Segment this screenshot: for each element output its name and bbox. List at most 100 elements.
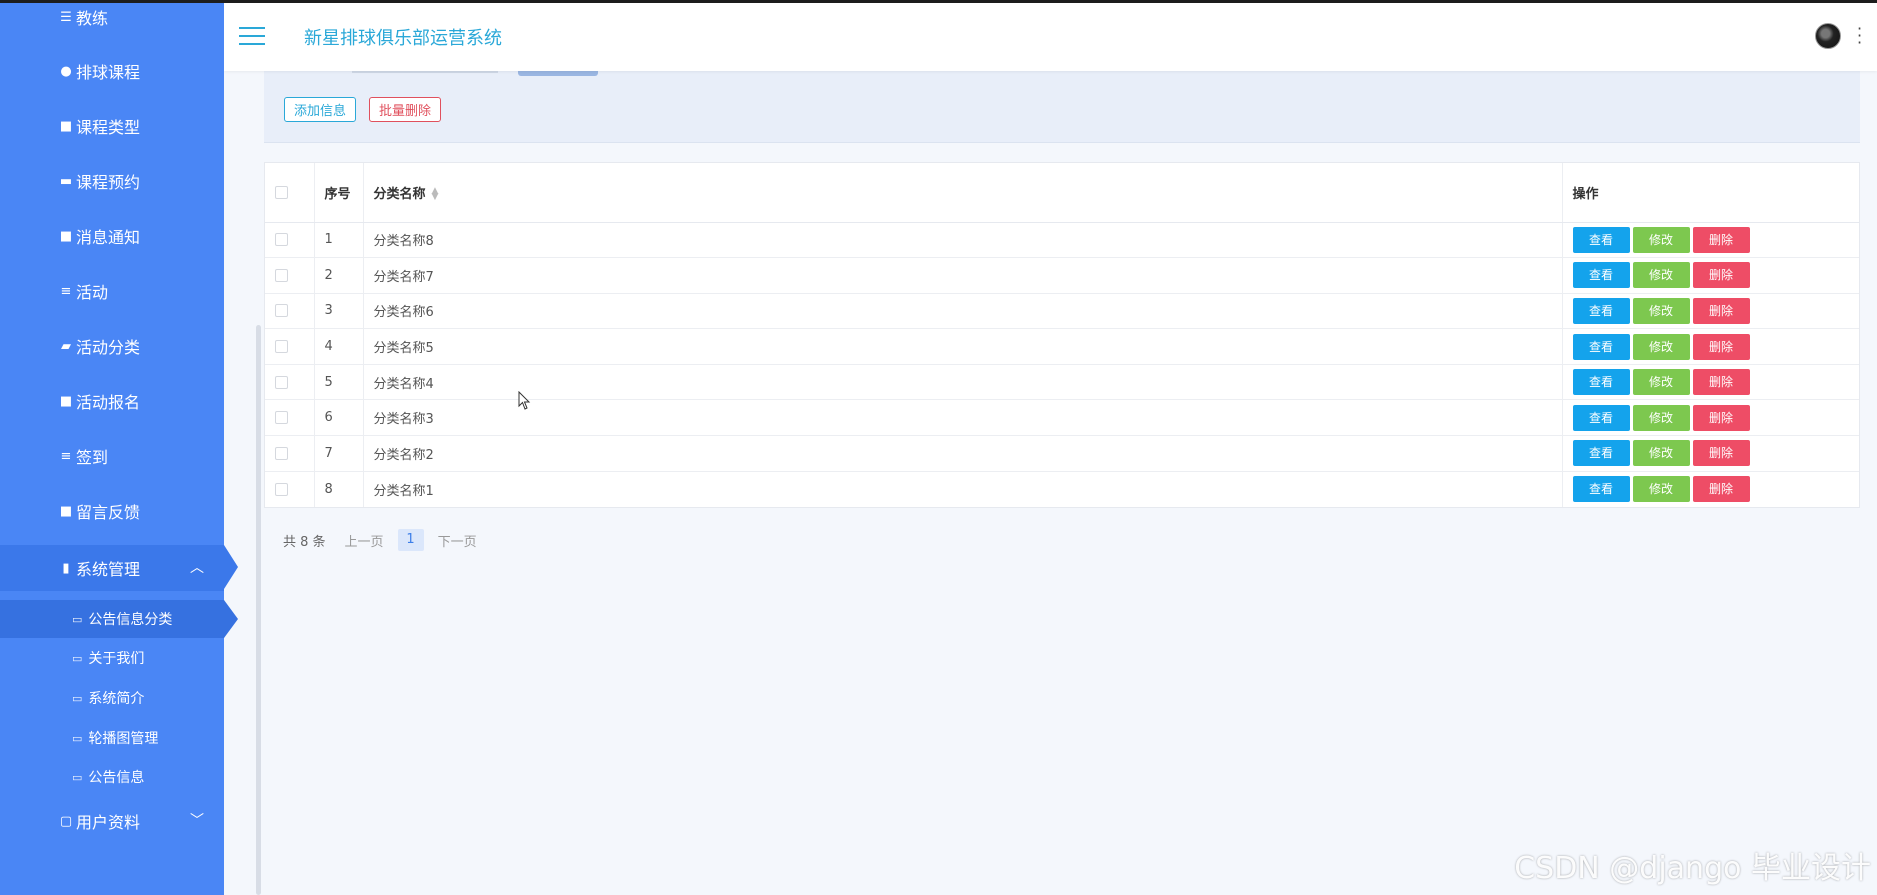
edit-button[interactable]: 修改 xyxy=(1632,404,1690,431)
edit-button[interactable]: 修改 xyxy=(1632,226,1690,253)
sidebar-item-course-booking[interactable]: ▬ 课程预约 xyxy=(0,158,224,204)
row-name: 分类名称1 xyxy=(363,471,1563,507)
grid-icon: ■ xyxy=(59,503,73,519)
sort-icon[interactable]: ▲ ▼ xyxy=(432,187,439,202)
table-header-row: 序号 分类名称 ▲ ▼ 操作 xyxy=(265,163,1859,223)
view-button[interactable]: 查看 xyxy=(1572,333,1630,360)
more-options-icon[interactable]: · · · xyxy=(1857,21,1863,51)
submenu-item-notice-category[interactable]: ▭ 公告信息分类 xyxy=(0,600,224,638)
search-field-underline xyxy=(352,71,498,73)
row-index: 7 xyxy=(314,435,364,472)
delete-button[interactable]: 删除 xyxy=(1692,369,1750,396)
row-index: 5 xyxy=(314,364,364,401)
submenu-item-about-us[interactable]: ▭ 关于我们 xyxy=(0,639,224,677)
delete-button[interactable]: 删除 xyxy=(1692,404,1750,431)
data-table: 序号 分类名称 ▲ ▼ 操作 1 分类名称8 查看 修改 删除 2 分类名称7 查看 修改 删除 3… xyxy=(264,162,1860,508)
submenu-item-system-intro[interactable]: ▭ 系统简介 xyxy=(0,679,224,717)
submenu-item-carousel[interactable]: ▭ 轮播图管理 xyxy=(0,719,224,757)
row-checkbox[interactable] xyxy=(275,340,288,354)
view-button[interactable]: 查看 xyxy=(1572,369,1630,396)
view-button[interactable]: 查看 xyxy=(1572,297,1630,324)
sidebar-item-checkin[interactable]: ≡ 签到 xyxy=(0,433,224,479)
edit-button[interactable]: 修改 xyxy=(1632,476,1690,503)
sidebar-item-volleyball-course[interactable]: ● 排球课程 xyxy=(0,48,224,94)
delete-button[interactable]: 删除 xyxy=(1692,262,1750,289)
table-row: 3 分类名称6 查看 修改 删除 xyxy=(265,293,1859,330)
delete-button[interactable]: 删除 xyxy=(1692,440,1750,467)
page-title: 新星排球俱乐部运营系统 xyxy=(304,28,502,49)
view-button[interactable]: 查看 xyxy=(1572,262,1630,289)
chevron-up-icon: ︿ xyxy=(190,560,204,576)
folder-icon: ▭ xyxy=(72,651,83,665)
row-name: 分类名称3 xyxy=(363,399,1563,437)
sidebar: ☰ 教练 ● 排球课程 ■ 课程类型 ▬ 课程预约 ■ 消息通知 ≡ 活动 ▰ 活动分类 ■ 活… xyxy=(0,0,224,895)
sidebar-item-feedback[interactable]: ■ 留言反馈 xyxy=(0,488,224,534)
row-name: 分类名称7 xyxy=(363,257,1563,294)
add-info-button[interactable]: 添加信息 xyxy=(284,97,357,122)
edit-button[interactable]: 修改 xyxy=(1632,369,1690,396)
row-index: 8 xyxy=(314,471,364,507)
active-submenu-pointer xyxy=(224,600,238,638)
select-all-cell xyxy=(265,163,315,223)
prev-page-button[interactable]: 上一页 xyxy=(345,531,384,550)
avatar[interactable] xyxy=(1815,23,1841,49)
row-checkbox[interactable] xyxy=(275,268,288,282)
sidebar-item-activity[interactable]: ≡ 活动 xyxy=(0,268,224,314)
card-icon: ▬ xyxy=(59,173,73,189)
folder-icon: ▭ xyxy=(72,731,83,745)
view-button[interactable]: 查看 xyxy=(1572,404,1630,431)
row-name: 分类名称8 xyxy=(363,222,1563,259)
edit-button[interactable]: 修改 xyxy=(1632,297,1690,324)
row-index: 6 xyxy=(314,399,364,437)
row-checkbox[interactable] xyxy=(275,446,288,460)
row-index: 2 xyxy=(314,257,364,294)
sidebar-item-coach[interactable]: ☰ 教练 xyxy=(0,0,224,40)
row-checkbox[interactable] xyxy=(275,482,288,496)
sidebar-item-activity-category[interactable]: ▰ 活动分类 xyxy=(0,323,224,369)
edit-button[interactable]: 修改 xyxy=(1632,262,1690,289)
search-button-edge[interactable] xyxy=(518,71,598,76)
grid-icon: ■ xyxy=(59,393,73,409)
folder-icon: ▭ xyxy=(72,770,83,784)
user-icon: ● xyxy=(60,63,72,79)
delete-button[interactable]: 删除 xyxy=(1692,226,1750,253)
column-header-name[interactable]: 分类名称 ▲ ▼ xyxy=(363,163,1563,223)
menu-toggle-icon[interactable] xyxy=(239,27,265,45)
edit-button[interactable]: 修改 xyxy=(1632,440,1690,467)
delete-button[interactable]: 删除 xyxy=(1692,333,1750,360)
column-header-actions: 操作 xyxy=(1562,163,1859,223)
active-menu-pointer xyxy=(224,545,238,589)
delete-button[interactable]: 删除 xyxy=(1692,297,1750,324)
row-checkbox[interactable] xyxy=(275,375,288,389)
row-name: 分类名称4 xyxy=(363,364,1563,401)
scrollbar[interactable] xyxy=(256,325,261,895)
next-page-button[interactable]: 下一页 xyxy=(438,531,477,550)
delete-button[interactable]: 删除 xyxy=(1692,476,1750,503)
sidebar-item-user-profile[interactable]: ▢ 用户资料 ﹀ xyxy=(0,798,224,844)
watermark: CSDN @django 毕业设计 xyxy=(1514,851,1871,886)
table-row: 8 分类名称1 查看 修改 删除 xyxy=(265,471,1859,507)
table-row: 2 分类名称7 查看 修改 删除 xyxy=(265,257,1859,294)
row-index: 1 xyxy=(314,222,364,259)
table-row: 6 分类名称3 查看 修改 删除 xyxy=(265,399,1859,437)
select-all-checkbox[interactable] xyxy=(275,185,288,199)
row-checkbox[interactable] xyxy=(275,304,288,318)
chevron-down-icon: ﹀ xyxy=(190,813,204,829)
sidebar-item-notifications[interactable]: ■ 消息通知 xyxy=(0,213,224,259)
clipboard-icon: ▮ xyxy=(62,560,70,576)
edit-button[interactable]: 修改 xyxy=(1632,333,1690,360)
row-checkbox[interactable] xyxy=(275,233,288,247)
sidebar-item-course-type[interactable]: ■ 课程类型 xyxy=(0,103,224,149)
batch-delete-button[interactable]: 批量删除 xyxy=(369,97,442,122)
mouse-cursor-icon xyxy=(518,391,531,410)
table-row: 1 分类名称8 查看 修改 删除 xyxy=(265,222,1859,259)
page-number-current[interactable]: 1 xyxy=(397,529,424,551)
row-checkbox[interactable] xyxy=(275,411,288,425)
submenu-item-notice-info[interactable]: ▭ 公告信息 xyxy=(0,758,224,796)
view-button[interactable]: 查看 xyxy=(1572,476,1630,503)
sidebar-item-system-management[interactable]: ▮ 系统管理 ︿ xyxy=(0,545,224,591)
sidebar-item-activity-signup[interactable]: ■ 活动报名 xyxy=(0,378,224,424)
view-button[interactable]: 查看 xyxy=(1572,226,1630,253)
window-top-border xyxy=(0,0,1877,3)
view-button[interactable]: 查看 xyxy=(1572,440,1630,467)
